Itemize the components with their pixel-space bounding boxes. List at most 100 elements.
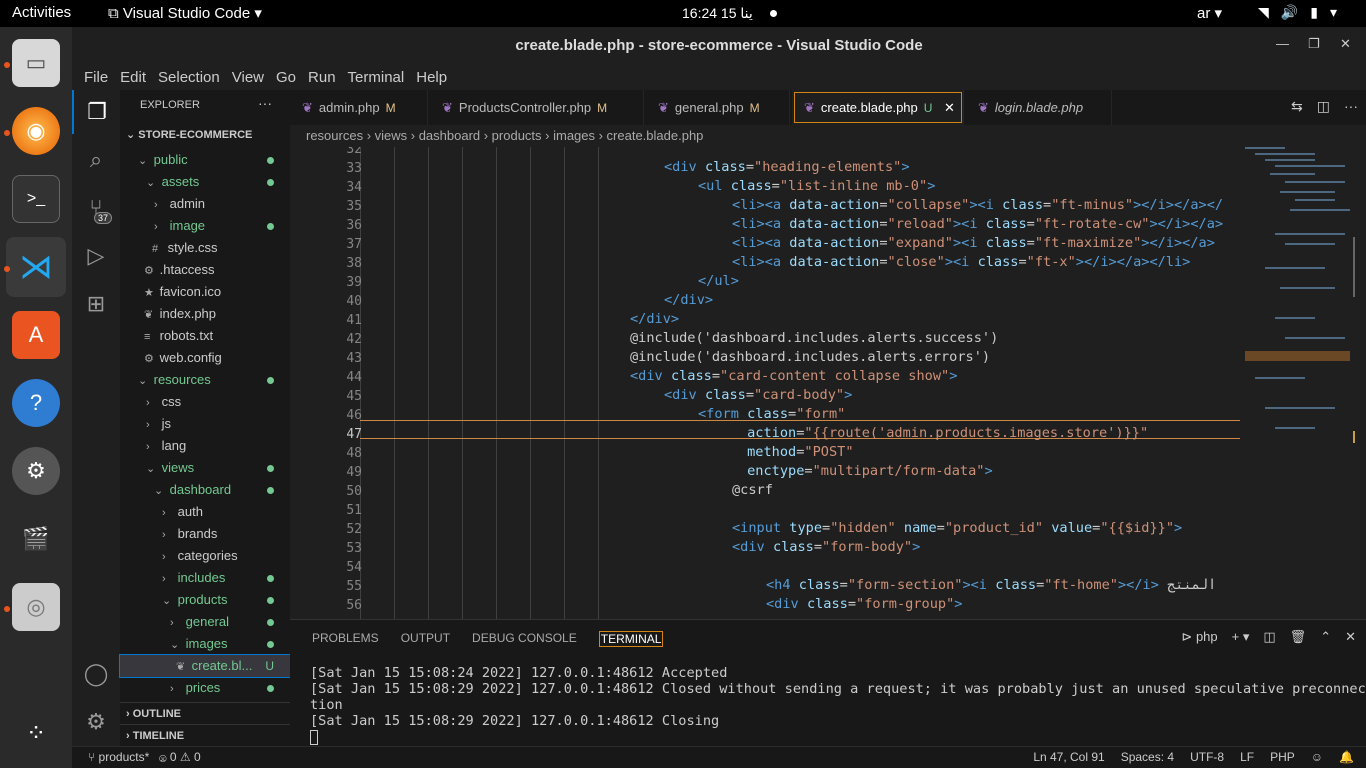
firefox-icon[interactable]: ◉ <box>12 107 60 155</box>
tree-item[interactable]: › image <box>120 215 290 237</box>
branch-indicator[interactable]: ⑂ products* <box>88 750 149 764</box>
manage-gear-icon[interactable]: ⚙ <box>72 700 120 744</box>
terminal-icon[interactable]: >_ <box>12 175 60 223</box>
source-control-icon[interactable]: ⑂ 37 <box>72 186 120 230</box>
menu-go[interactable]: Go <box>270 69 302 86</box>
indent-guide <box>496 147 497 619</box>
outline-section[interactable]: › OUTLINE <box>120 702 290 724</box>
files-icon[interactable]: ▭ <box>12 39 60 87</box>
tree-item[interactable]: ⚙ .htaccess <box>120 259 290 281</box>
tree-item[interactable]: › auth <box>120 501 290 523</box>
show-apps-icon[interactable]: ⁘ <box>12 709 60 757</box>
minimize-button[interactable]: — <box>1276 36 1289 51</box>
tree-item[interactable]: ⌄ images <box>120 633 290 655</box>
open-changes-icon[interactable]: ⇆ <box>1291 98 1303 115</box>
menu-terminal[interactable]: Terminal <box>342 69 411 86</box>
activity-bar: ❐ ⌕ ⑂ 37 ▷ ⊞ ◯ ⚙ <box>72 90 120 746</box>
close-tab-icon[interactable]: ✕ <box>940 100 955 115</box>
help-icon[interactable]: ? <box>12 379 60 427</box>
tree-item[interactable]: › js <box>120 413 290 435</box>
close-panel-icon[interactable]: ✕ <box>1345 629 1356 645</box>
minimap[interactable] <box>1245 147 1355 619</box>
software-center-icon[interactable]: A <box>12 311 60 359</box>
editor-tab[interactable]: ❦ login.blade.php <box>966 90 1112 125</box>
tree-item[interactable]: ⌄ views <box>120 457 290 479</box>
search-icon[interactable]: ⌕ <box>72 138 120 182</box>
editor-tab[interactable]: ❦ ProductsController.php M <box>430 90 644 125</box>
editor-tab[interactable]: ❦ create.blade.php U ✕ <box>792 90 964 125</box>
tree-item[interactable]: ⌄ public <box>120 149 290 171</box>
tab-terminal[interactable]: TERMINAL <box>598 631 664 647</box>
terminal-shell-select[interactable]: ⊳ php <box>1181 629 1217 645</box>
menu-selection[interactable]: Selection <box>152 69 226 86</box>
tree-item[interactable]: ⚙ web.config <box>120 347 290 369</box>
keyboard-layout[interactable]: ar ▾ <box>1197 4 1222 22</box>
tree-item[interactable]: ⌄ products <box>120 589 290 611</box>
split-terminal-icon[interactable]: ◫ <box>1263 629 1275 645</box>
tree-item[interactable]: ★ favicon.ico <box>120 281 290 303</box>
tree-item[interactable]: # style.css <box>120 237 290 259</box>
more-actions-icon[interactable]: ··· <box>1344 98 1358 115</box>
vscode-icon[interactable]: ⋊ <box>6 237 66 297</box>
tree-item[interactable]: › brands <box>120 523 290 545</box>
language-mode[interactable]: PHP <box>1270 747 1295 768</box>
tab-debug-console[interactable]: DEBUG CONSOLE <box>472 631 577 647</box>
breadcrumb[interactable]: resources › views › dashboard › products… <box>290 125 1366 147</box>
problems-indicator[interactable]: ⓧ 0 ⚠ 0 <box>159 750 200 764</box>
menu-file[interactable]: File <box>78 69 114 86</box>
tree-item[interactable]: › categories <box>120 545 290 567</box>
tab-problems[interactable]: PROBLEMS <box>312 631 379 647</box>
tree-item[interactable]: › css <box>120 391 290 413</box>
encoding[interactable]: UTF-8 <box>1190 747 1224 768</box>
menu-run[interactable]: Run <box>302 69 342 86</box>
close-window-button[interactable]: ✕ <box>1340 36 1351 52</box>
tree-item-icon: › <box>162 573 166 585</box>
indent-guide <box>462 147 463 619</box>
tree-item[interactable]: › prices <box>120 677 290 699</box>
app-menu[interactable]: ⧉ Visual Studio Code ▾ <box>108 4 262 22</box>
feedback-icon[interactable]: ☺ <box>1311 747 1323 768</box>
accounts-icon[interactable]: ◯ <box>72 652 120 696</box>
tree-item[interactable]: › lang <box>120 435 290 457</box>
tree-item[interactable]: ⌄ resources <box>120 369 290 391</box>
system-tray[interactable]: ◥ 🔊 ▮ ▾ <box>1258 4 1337 21</box>
editor-tab[interactable]: ❦ admin.php M <box>290 90 428 125</box>
line-number: 56 <box>346 598 362 613</box>
explorer-icon[interactable]: ❐ <box>72 90 120 134</box>
tree-item[interactable]: › admin <box>120 193 290 215</box>
tree-item[interactable]: ❦ index.php <box>120 303 290 325</box>
kill-terminal-icon[interactable]: 🗑 <box>1290 629 1307 645</box>
indentation[interactable]: Spaces: 4 <box>1121 747 1174 768</box>
cursor-position[interactable]: Ln 47, Col 91 <box>1033 747 1104 768</box>
maximize-panel-icon[interactable]: ⌃ <box>1320 629 1331 645</box>
clock[interactable]: 16:24 15 ينا <box>682 5 753 22</box>
new-terminal-button[interactable]: + ▾ <box>1232 629 1250 645</box>
disk-icon[interactable]: ◎ <box>12 583 60 631</box>
split-editor-icon[interactable]: ◫ <box>1317 98 1330 115</box>
maximize-button[interactable]: ❐ <box>1308 36 1320 52</box>
terminal-output[interactable]: [Sat Jan 15 15:08:24 2022] 127.0.0.1:486… <box>310 665 1366 745</box>
tab-git-mark: M <box>597 101 608 115</box>
activities-button[interactable]: Activities <box>12 4 71 21</box>
menu-view[interactable]: View <box>226 69 270 86</box>
code-editor[interactable]: 32 33 <div class="heading-elements"> 34 <ul … <box>290 147 1366 619</box>
timeline-section[interactable]: › TIMELINE <box>120 724 290 746</box>
tree-item[interactable]: ❦ create.bl... U <box>119 654 291 678</box>
settings-app-icon[interactable]: ⚙ <box>12 447 60 495</box>
video-player-icon[interactable]: 🎬 <box>12 515 60 563</box>
end-of-line[interactable]: LF <box>1240 747 1254 768</box>
workspace-root[interactable]: ⌄ STORE-ECOMMERCE <box>120 124 290 146</box>
tree-item[interactable]: ⌄ dashboard <box>120 479 290 501</box>
tree-item[interactable]: › includes <box>120 567 290 589</box>
tab-output[interactable]: OUTPUT <box>401 631 450 647</box>
menu-edit[interactable]: Edit <box>114 69 152 86</box>
more-actions-icon[interactable]: ··· <box>258 95 272 111</box>
editor-tab[interactable]: ❦ general.php M <box>646 90 790 125</box>
run-debug-icon[interactable]: ▷ <box>72 234 120 278</box>
notifications-icon[interactable]: 🔔 <box>1339 747 1354 768</box>
tree-item[interactable]: ⌄ assets <box>120 171 290 193</box>
tree-item[interactable]: › general <box>120 611 290 633</box>
tree-item[interactable]: ≡ robots.txt <box>120 325 290 347</box>
extensions-icon[interactable]: ⊞ <box>72 282 120 326</box>
menu-help[interactable]: Help <box>410 69 453 86</box>
